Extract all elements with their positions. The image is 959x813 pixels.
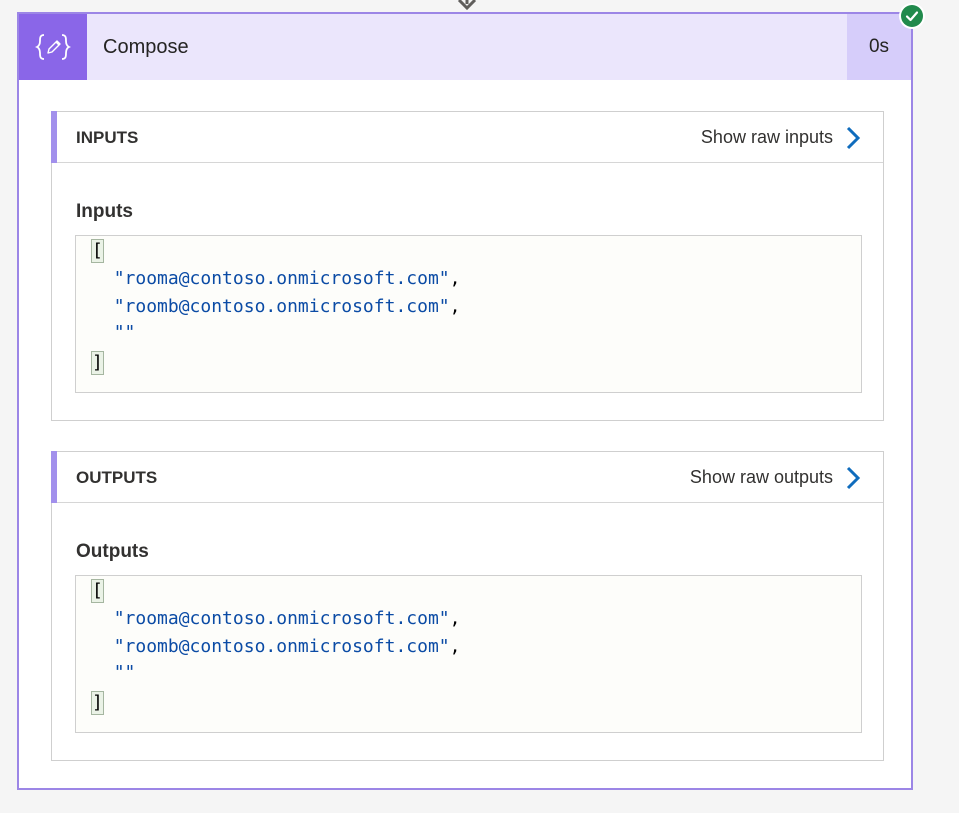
inputs-field-label: Inputs <box>76 201 133 222</box>
close-bracket: ] <box>91 691 104 715</box>
code-line: "rooma@contoso.onmicrosoft.com", <box>92 606 461 632</box>
success-status-badge <box>899 3 925 29</box>
inputs-section-title: INPUTS <box>76 128 139 147</box>
inputs-section-header: INPUTS Show raw inputs <box>51 111 883 163</box>
outputs-code-block[interactable]: [ "rooma@contoso.onmicrosoft.com", "room… <box>75 575 862 733</box>
code-string: "rooma@contoso.onmicrosoft.com" <box>113 608 450 629</box>
open-bracket: [ <box>91 579 104 603</box>
checkmark-icon <box>905 11 919 22</box>
code-comma: , <box>449 296 461 317</box>
code-line: ] <box>91 690 104 716</box>
code-comma: , <box>449 636 461 657</box>
code-string: "" <box>113 322 136 343</box>
inputs-code-block[interactable]: [ "rooma@contoso.onmicrosoft.com", "room… <box>75 235 862 393</box>
code-string: "roomb@contoso.onmicrosoft.com" <box>113 296 450 317</box>
outputs-section: OUTPUTS Show raw outputs Outputs [ "room… <box>51 451 884 761</box>
card-title: Compose <box>103 36 189 58</box>
show-raw-inputs-link[interactable]: Show raw inputs <box>701 112 861 163</box>
show-raw-outputs-label[interactable]: Show raw outputs <box>690 467 833 488</box>
code-line: "" <box>92 320 136 346</box>
outputs-section-title: OUTPUTS <box>76 468 158 487</box>
section-accent-bar <box>51 111 57 163</box>
inputs-section: INPUTS Show raw inputs Inputs [ "rooma@c… <box>51 111 884 421</box>
show-raw-inputs-label[interactable]: Show raw inputs <box>701 127 833 148</box>
compose-action-card[interactable]: Compose 0s INPUTS Show raw inputs Inputs… <box>17 12 913 790</box>
open-bracket: [ <box>91 239 104 263</box>
chevron-right-icon[interactable] <box>845 466 861 490</box>
check-circle-icon <box>901 5 923 27</box>
code-line: [ <box>91 238 104 264</box>
curly-braces-pen-icon <box>35 34 71 60</box>
outputs-section-header: OUTPUTS Show raw outputs <box>51 451 883 503</box>
code-string: "" <box>113 662 136 683</box>
card-header[interactable]: Compose 0s <box>19 14 911 80</box>
close-bracket: ] <box>91 351 104 375</box>
code-line: "roomb@contoso.onmicrosoft.com", <box>92 294 461 320</box>
code-line: "rooma@contoso.onmicrosoft.com", <box>92 266 461 292</box>
code-string: "roomb@contoso.onmicrosoft.com" <box>113 636 450 657</box>
code-line: "" <box>92 660 136 686</box>
code-string: "rooma@contoso.onmicrosoft.com" <box>113 268 450 289</box>
code-comma: , <box>449 608 461 629</box>
code-line: [ <box>91 578 104 604</box>
show-raw-outputs-link[interactable]: Show raw outputs <box>690 452 861 503</box>
compose-icon-box <box>19 14 87 80</box>
code-comma: , <box>449 268 461 289</box>
outputs-field-label: Outputs <box>76 541 149 562</box>
chevron-right-icon[interactable] <box>845 126 861 150</box>
code-line: "roomb@contoso.onmicrosoft.com", <box>92 634 461 660</box>
section-accent-bar <box>51 451 57 503</box>
code-line: ] <box>91 350 104 376</box>
